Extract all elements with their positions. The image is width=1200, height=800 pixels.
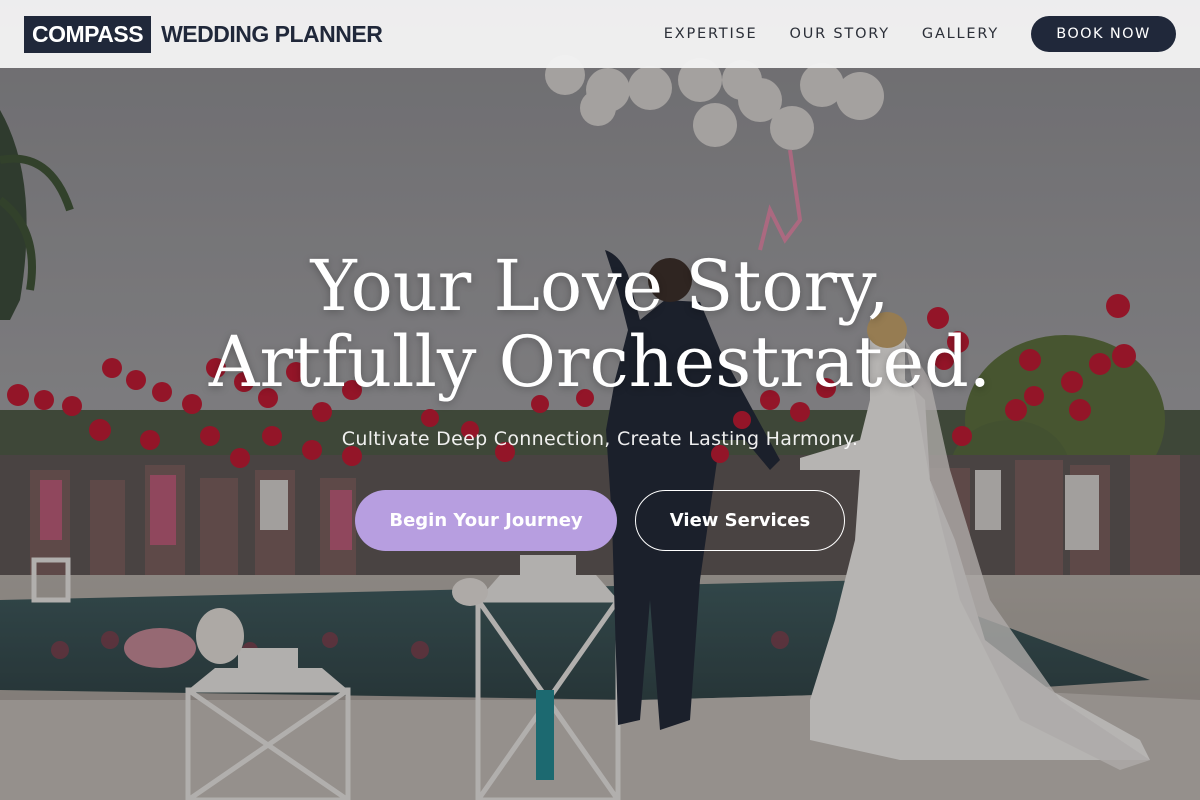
hero-headline: Your Love Story, Artfully Orchestrated.	[0, 248, 1200, 400]
nav-link-our-story[interactable]: OUR STORY	[790, 26, 890, 42]
site-header: COMPASS WEDDING PLANNER EXPERTISE OUR ST…	[0, 0, 1200, 68]
view-services-button[interactable]: View Services	[635, 490, 845, 551]
hero-section: Your Love Story, Artfully Orchestrated. …	[0, 0, 1200, 800]
hero-content: Your Love Story, Artfully Orchestrated. …	[0, 248, 1200, 551]
main-nav: EXPERTISE OUR STORY GALLERY BOOK NOW	[664, 16, 1176, 52]
hero-headline-line-1: Your Love Story,	[310, 245, 890, 327]
hero-tagline: Cultivate Deep Connection, Create Lastin…	[341, 428, 859, 450]
logo-text: WEDDING PLANNER	[161, 20, 383, 47]
hero-headline-line-2: Artfully Orchestrated.	[208, 321, 992, 403]
nav-link-gallery[interactable]: GALLERY	[922, 26, 999, 42]
nav-link-expertise[interactable]: EXPERTISE	[664, 26, 758, 42]
logo-box: COMPASS	[24, 15, 152, 53]
begin-journey-button[interactable]: Begin Your Journey	[355, 490, 617, 551]
hero-cta-group: Begin Your Journey View Services	[0, 490, 1200, 551]
brand-logo[interactable]: COMPASS WEDDING PLANNER	[24, 15, 383, 53]
book-now-button[interactable]: BOOK NOW	[1031, 16, 1176, 52]
